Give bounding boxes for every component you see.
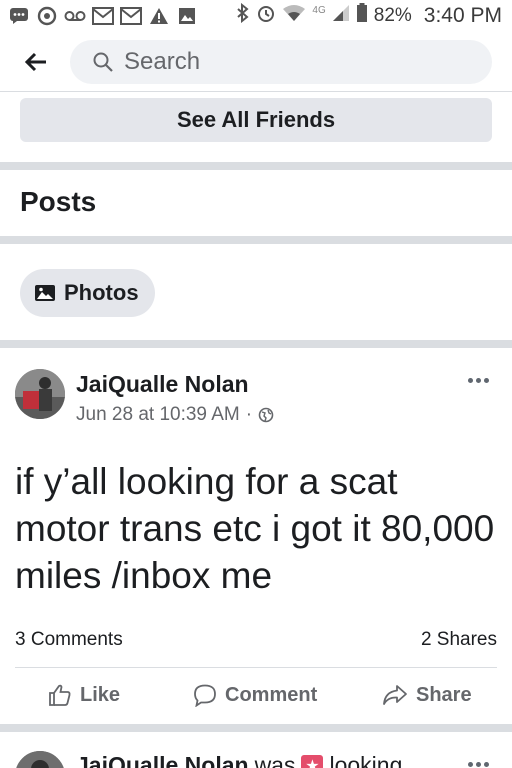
gmail-icon [120, 7, 142, 25]
clock: 3:40 PM [423, 4, 502, 27]
shares-count[interactable]: 2 Shares [421, 629, 497, 651]
share-label: Share [416, 683, 472, 706]
messenger-icon [36, 6, 58, 26]
search-input[interactable] [124, 47, 484, 76]
search-header [0, 32, 512, 92]
comment-icon [194, 684, 216, 707]
more-dots-icon [483, 761, 489, 767]
gmail-icon [92, 7, 114, 25]
next-post-header: JaiQualle Nolan was ★ looking [76, 752, 402, 768]
post-timestamp[interactable]: Jun 28 at 10:39 AM [76, 404, 240, 426]
search-bar[interactable] [70, 39, 492, 84]
more-dots-icon [467, 761, 473, 767]
more-dots-icon [467, 377, 473, 383]
post-more-options-button[interactable] [462, 754, 494, 768]
star-badge-icon: ★ [301, 754, 324, 768]
post-meta: Jun 28 at 10:39 AM · [76, 404, 274, 426]
more-dots-icon [475, 761, 481, 767]
status-text: was [254, 752, 296, 768]
like-label: Like [80, 683, 121, 706]
photos-icon [35, 285, 55, 301]
section-divider [0, 236, 512, 244]
photos-button[interactable]: Photos [20, 269, 155, 317]
back-arrow-icon [24, 52, 46, 71]
section-divider [0, 340, 512, 348]
battery-icon [356, 3, 368, 29]
comment-label: Comment [225, 683, 318, 706]
globe-icon [258, 407, 274, 423]
section-divider [0, 724, 512, 732]
avatar[interactable] [15, 751, 65, 768]
thumbs-up-icon [49, 684, 71, 706]
back-button[interactable] [8, 34, 64, 90]
avatar[interactable] [15, 369, 65, 419]
image-icon [176, 7, 198, 25]
posts-heading: Posts [20, 186, 97, 217]
network-type: 4G [312, 5, 326, 16]
chat-icon [8, 7, 30, 25]
post-more-options-button[interactable] [462, 370, 494, 390]
section-divider [0, 162, 512, 170]
bluetooth-icon [236, 2, 250, 29]
post-text: if y’all looking for a scat motor trans … [15, 461, 495, 596]
signal-icon [332, 4, 350, 28]
share-icon [383, 685, 407, 705]
comment-button[interactable]: Comment [193, 680, 317, 710]
like-button[interactable]: Like [48, 680, 120, 710]
status-bar: 4G 82% 3:40 PM [0, 0, 512, 32]
voicemail-icon [64, 7, 86, 25]
post-author[interactable]: JaiQualle Nolan [76, 752, 249, 768]
warning-icon [148, 7, 170, 25]
meta-separator: · [245, 404, 253, 425]
wifi-icon [282, 4, 306, 28]
see-all-friends-button[interactable]: See All Friends [20, 98, 492, 142]
battery-level: 82% [373, 5, 412, 26]
more-dots-icon [483, 377, 489, 383]
comments-count[interactable]: 3 Comments [15, 629, 123, 651]
activity-text: looking [329, 752, 403, 768]
share-button[interactable]: Share [382, 680, 472, 710]
alarm-icon [256, 3, 276, 29]
actions-divider [15, 667, 497, 668]
search-icon [93, 52, 113, 72]
more-dots-icon [475, 377, 481, 383]
post-author[interactable]: JaiQualle Nolan [76, 371, 249, 398]
photos-label: Photos [64, 280, 139, 305]
